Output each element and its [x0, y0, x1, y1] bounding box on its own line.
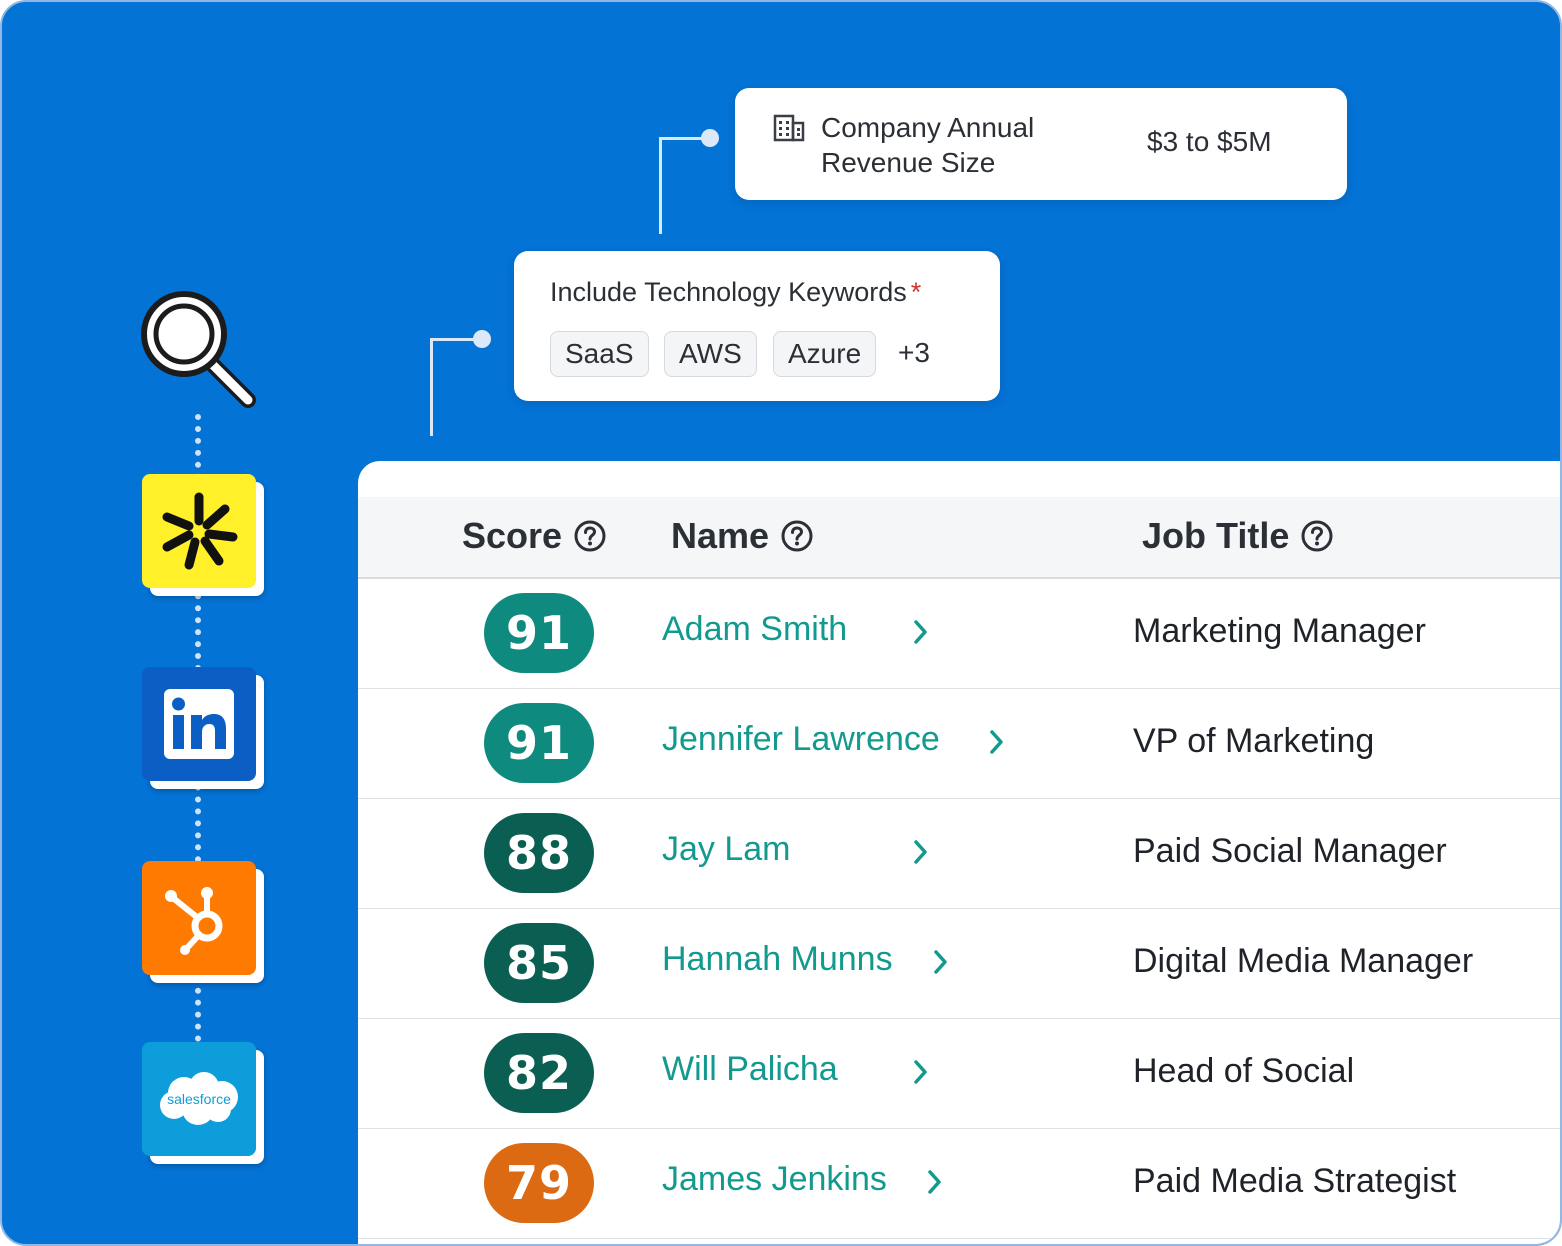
revenue-filter-value: $3 to $5M [1147, 126, 1272, 157]
table-row[interactable]: 82 Will Palicha Head of Social [358, 1018, 1560, 1129]
person-name-link[interactable]: Jennifer Lawrence [662, 720, 940, 759]
chevron-right-icon[interactable] [989, 728, 1005, 756]
chevron-right-icon[interactable] [933, 948, 949, 976]
score-badge: 85 [484, 923, 594, 1003]
chevron-right-icon[interactable] [913, 838, 929, 866]
score-badge: 79 [484, 1143, 594, 1223]
revenue-filter-card[interactable]: Company Annual Revenue Size $3 to $5M [735, 88, 1347, 200]
linkedin-logo-tile[interactable] [142, 667, 256, 781]
keyword-chip-aws[interactable]: AWS [664, 331, 757, 377]
column-header-score[interactable]: Score [462, 515, 606, 557]
table-row[interactable]: 79 James Jenkins Paid Media Strategist [358, 1128, 1560, 1239]
salesforce-logo-tile[interactable]: salesforce [142, 1042, 256, 1156]
hubspot-logo-tile[interactable] [142, 861, 256, 975]
column-header-job-title[interactable]: Job Title [1142, 515, 1333, 557]
required-mark: * [910, 277, 922, 307]
job-title: Paid Social Manager [1133, 832, 1447, 870]
linkedin-logo-icon [164, 689, 234, 759]
keyword-chip-saas[interactable]: SaaS [550, 331, 649, 377]
connector-dot [701, 129, 719, 147]
job-title: Head of Social [1133, 1052, 1355, 1090]
help-icon[interactable] [574, 520, 606, 552]
person-name-link[interactable]: Jay Lam [662, 830, 791, 869]
salesforce-logo-icon: salesforce [160, 1072, 238, 1125]
person-name-link[interactable]: Hannah Munns [662, 940, 893, 979]
keyword-filter-label: Include Technology Keywords * [550, 277, 921, 308]
keyword-filter-label-text: Include Technology Keywords [550, 277, 907, 307]
table-header: Score Name Job Title [358, 497, 1560, 579]
help-icon[interactable] [781, 520, 813, 552]
score-badge: 91 [484, 703, 594, 783]
job-title: VP of Marketing [1133, 722, 1375, 760]
person-name-link[interactable]: Adam Smith [662, 610, 847, 649]
score-badge: 88 [484, 813, 594, 893]
column-header-name[interactable]: Name [671, 515, 813, 557]
job-title: Marketing Manager [1133, 612, 1426, 650]
person-name-link[interactable]: Will Palicha [662, 1050, 838, 1089]
keyword-chip-azure[interactable]: Azure [773, 331, 877, 377]
table-row[interactable]: 91 Jennifer Lawrence VP of Marketing [358, 688, 1560, 799]
search-icon [141, 291, 256, 408]
starburst-logo-tile[interactable] [142, 474, 256, 588]
column-header-job-title-label: Job Title [1142, 515, 1290, 556]
score-badge: 82 [484, 1033, 594, 1113]
help-icon[interactable] [1301, 520, 1333, 552]
revenue-filter-label: Company Annual Revenue Size [821, 112, 1035, 178]
more-keywords-count[interactable]: +3 [898, 331, 930, 375]
starburst-logo-icon [162, 492, 238, 570]
connector-line [430, 338, 433, 436]
person-name-link[interactable]: James Jenkins [662, 1160, 887, 1199]
chevron-right-icon[interactable] [913, 1058, 929, 1086]
table-row[interactable]: 88 Jay Lam Paid Social Manager [358, 798, 1560, 909]
job-title: Digital Media Manager [1133, 942, 1474, 980]
column-header-score-label: Score [462, 515, 563, 556]
table-row[interactable]: 85 Hannah Munns Digital Media Manager [358, 908, 1560, 1019]
salesforce-logo-text: salesforce [167, 1091, 231, 1107]
app-canvas: Company Annual Revenue Size $3 to $5M In… [0, 0, 1562, 1246]
connector-dot [473, 330, 491, 348]
chevron-right-icon[interactable] [913, 618, 929, 646]
job-title: Paid Media Strategist [1133, 1162, 1457, 1200]
score-badge: 91 [484, 593, 594, 673]
connector-line [659, 137, 662, 234]
table-row[interactable]: 91 Adam Smith Marketing Manager [358, 578, 1560, 689]
chevron-right-icon[interactable] [927, 1168, 943, 1196]
hubspot-logo-icon [165, 887, 223, 955]
column-header-name-label: Name [671, 515, 770, 556]
results-table: Score Name Job Title 91 Adam Smith Marke… [358, 461, 1560, 1244]
keyword-filter-card[interactable]: Include Technology Keywords * SaaS AWS Az… [514, 251, 1000, 401]
building-icon [773, 114, 805, 142]
